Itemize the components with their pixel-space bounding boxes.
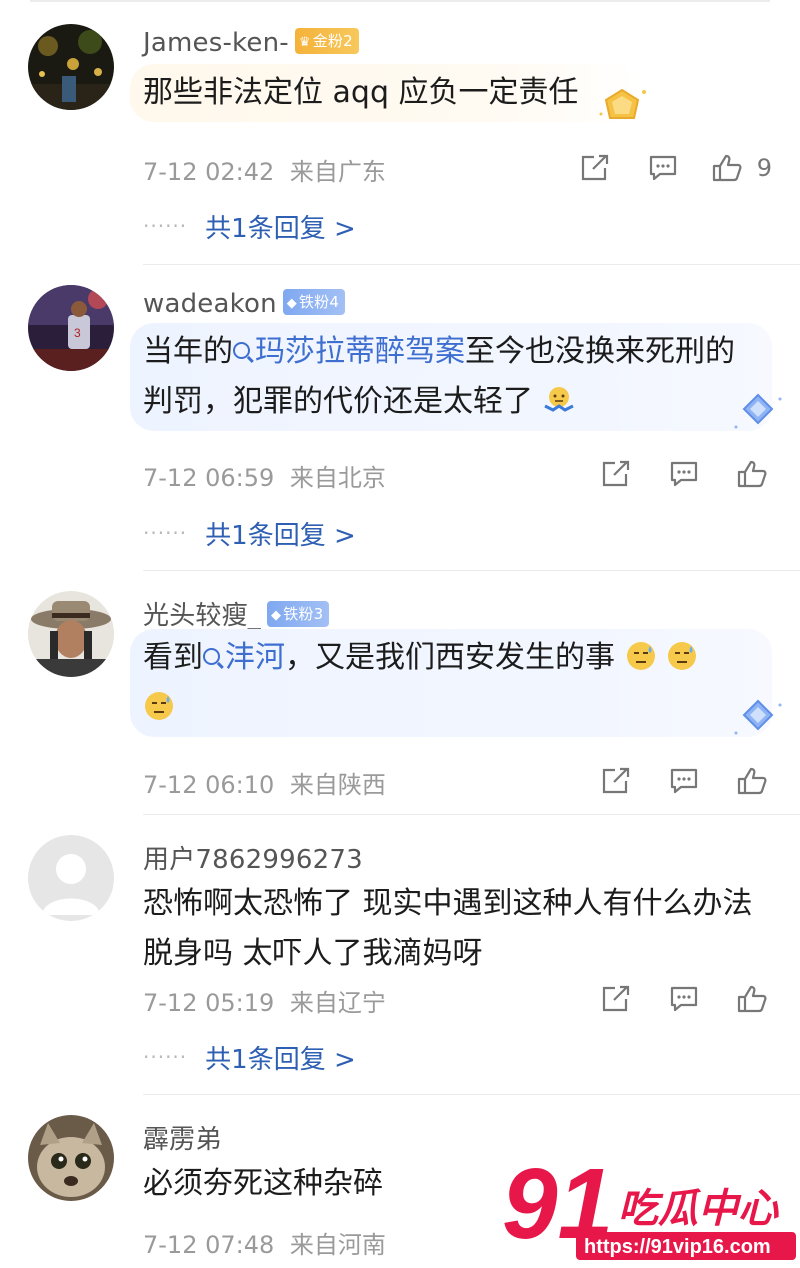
comment-icon[interactable] xyxy=(664,454,704,494)
like-button[interactable] xyxy=(732,761,772,801)
comment-item: 用户7862996273 恐怖啊太恐怖了 现实中遇到这种人有什么办法 脱身吗 太… xyxy=(0,815,800,1095)
avatar[interactable]: 3 xyxy=(28,285,114,371)
share-icon[interactable] xyxy=(596,979,636,1019)
timestamp: 7-12 06:59 xyxy=(143,464,275,492)
username[interactable]: James-ken- ♛ 金粉2 xyxy=(143,27,359,58)
gold-badge-decoration-icon xyxy=(599,88,646,119)
thumbs-up-icon xyxy=(712,154,742,182)
comment-text: 看到 沣河，又是我们西安发生的事 xyxy=(143,633,698,733)
comment-icon[interactable] xyxy=(664,979,704,1019)
username[interactable]: wadeakon ◆ 铁粉4 xyxy=(143,288,346,319)
timestamp: 7-12 05:19 xyxy=(143,989,275,1017)
avatar[interactable] xyxy=(28,1115,114,1201)
comment-text: 必须夯死这种杂碎 xyxy=(143,1166,383,1201)
location: 来自辽宁 xyxy=(289,989,386,1017)
topic-link[interactable]: 沣河 xyxy=(203,640,285,675)
fan-badge-iron: ◆ 铁粉3 xyxy=(267,600,330,627)
dots-icon: ······ xyxy=(143,214,188,238)
comment-item: 3 wadeakon ◆ 铁粉4 当年的 玛莎拉蒂醉驾案至今也没换来死刑的 判罚，犯罪… xyxy=(0,265,800,571)
sweat-emoji-icon xyxy=(626,641,655,670)
thumbs-up-icon xyxy=(737,460,767,488)
timestamp: 7-12 06:10 xyxy=(143,771,275,799)
view-replies-link[interactable]: ······ 共1条回复 > xyxy=(143,208,356,245)
comment-actions xyxy=(568,761,772,801)
comment-meta: 7-12 02:42 来自广东 xyxy=(143,152,386,187)
diamond-icon: ◆ xyxy=(286,295,297,311)
location: 来自北京 xyxy=(289,464,386,492)
thumbs-up-icon xyxy=(737,985,767,1013)
comment-meta: 7-12 06:10 来自陕西 xyxy=(143,765,386,800)
sweat-emoji-icon xyxy=(668,641,697,670)
username[interactable]: 用户7862996273 xyxy=(143,839,363,876)
view-replies-link[interactable]: ······ 共1条回复 > xyxy=(143,515,356,552)
timestamp: 7-12 02:42 xyxy=(143,158,275,186)
username[interactable]: 霹雳弟 xyxy=(143,1119,222,1156)
sweat-emoji-icon xyxy=(145,691,173,720)
comment-text: 当年的 玛莎拉蒂醉驾案至今也没换来死刑的 判罚，犯罪的代价还是太轻了 xyxy=(143,334,735,419)
shrug-emoji-icon xyxy=(543,386,574,412)
location: 来自陕西 xyxy=(289,771,386,799)
dots-icon: ······ xyxy=(143,1045,188,1069)
avatar[interactable] xyxy=(28,835,114,921)
dots-icon: ······ xyxy=(143,521,188,545)
watermark-brand: 吃瓜中心 xyxy=(618,1186,779,1232)
share-icon[interactable] xyxy=(596,454,636,494)
search-icon xyxy=(203,648,220,665)
share-icon[interactable] xyxy=(596,761,636,801)
blue-badge-decoration-icon xyxy=(734,699,782,735)
comment-text: 那些非法定位 aqq 应负一定责任 xyxy=(143,75,579,110)
comment-item: 光头较瘦_ ◆ 铁粉3 看到 沣河，又是我们西安发生的事 7-12 06:10 来自陕… xyxy=(0,571,800,815)
comment-meta: 7-12 06:59 来自北京 xyxy=(143,458,386,493)
like-count: 9 xyxy=(756,154,772,182)
location: 来自广东 xyxy=(289,158,386,186)
comment-item: James-ken- ♛ 金粉2 那些非法定位 aqq 应负一定责任 7-12 02… xyxy=(0,0,800,265)
timestamp: 7-12 07:48 xyxy=(143,1231,275,1259)
location: 来自河南 xyxy=(289,1231,386,1259)
view-replies-link[interactable]: ······ 共1条回复 > xyxy=(143,1039,356,1076)
comment-actions xyxy=(568,979,772,1019)
comment-meta: 7-12 07:48 来自河南 xyxy=(143,1225,386,1260)
avatar[interactable] xyxy=(28,591,114,677)
svg-text:3: 3 xyxy=(74,326,81,340)
watermark-url: https://91vip16.com xyxy=(584,1236,771,1258)
share-icon[interactable] xyxy=(575,148,615,188)
fan-badge-gold: ♛ 金粉2 xyxy=(294,27,359,54)
fan-badge-iron: ◆ 铁粉4 xyxy=(282,288,346,315)
topic-link[interactable]: 玛莎拉蒂醉驾案 xyxy=(233,334,465,369)
search-icon xyxy=(233,342,250,359)
diamond-icon: ◆ xyxy=(271,607,282,623)
comment-icon[interactable] xyxy=(643,148,683,188)
comment-actions xyxy=(568,454,772,494)
blue-badge-decoration-icon xyxy=(734,393,782,429)
default-user-icon xyxy=(28,835,114,921)
comment-actions: 9 xyxy=(547,148,772,188)
username[interactable]: 光头较瘦_ ◆ 铁粉3 xyxy=(143,595,330,632)
comment-icon[interactable] xyxy=(664,761,704,801)
like-button[interactable]: 9 xyxy=(711,148,772,188)
like-button[interactable] xyxy=(732,454,772,494)
thumbs-up-icon xyxy=(737,767,767,795)
avatar[interactable] xyxy=(28,24,114,110)
watermark-logo: 91 吃瓜中心 https://91vip16.com xyxy=(500,1147,800,1268)
crown-icon: ♛ xyxy=(298,34,311,50)
like-button[interactable] xyxy=(732,979,772,1019)
comment-meta: 7-12 05:19 来自辽宁 xyxy=(143,983,386,1018)
comment-text: 恐怖啊太恐怖了 现实中遇到这种人有什么办法 脱身吗 太吓人了我滴妈呀 xyxy=(143,886,753,971)
